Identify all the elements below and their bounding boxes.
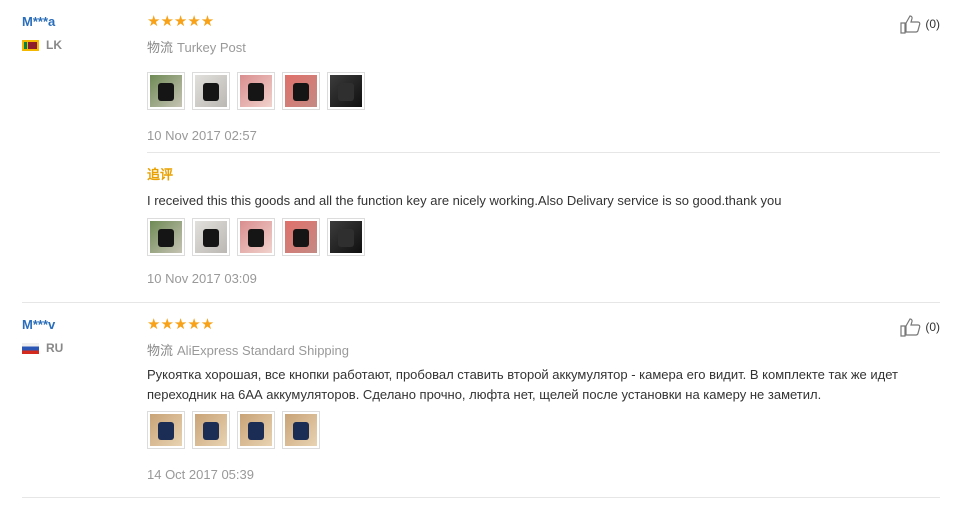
photo-thumbnail[interactable] xyxy=(282,72,320,110)
review-content: ★★★★★ 物流 Turkey Post 10 Nov 2017 02:57 xyxy=(147,14,940,143)
country-code: LK xyxy=(46,38,62,52)
review-item: M***a LK ★★★★★ 物流 Turkey Post 10 Nov 2017… xyxy=(22,14,940,303)
star-rating: ★★★★★ xyxy=(147,13,215,30)
shipping-label: 物流 xyxy=(147,343,174,358)
reviewer-name: M***v xyxy=(22,317,56,332)
review-text: Рукоятка хорошая, все кнопки работают, п… xyxy=(147,367,898,402)
photo-thumbnail[interactable] xyxy=(192,218,230,256)
flag-icon xyxy=(22,342,39,354)
photo-thumbnail[interactable] xyxy=(282,411,320,449)
helpful-button[interactable]: (0) xyxy=(900,317,940,337)
review-item: M***v RU ★★★★★ 物流 AliExpress Standard Shi… xyxy=(22,317,940,498)
photo-thumbnail[interactable] xyxy=(237,218,275,256)
photo-thumbnail[interactable] xyxy=(192,72,230,110)
thumbs-up-icon xyxy=(900,15,921,34)
reviewer-country: LK xyxy=(22,38,132,52)
photo-thumbnail[interactable] xyxy=(237,411,275,449)
country-code: RU xyxy=(46,341,64,355)
followup-content: 追评 I received this this goods and all th… xyxy=(147,164,940,286)
photo-thumbnail[interactable] xyxy=(237,72,275,110)
photo-thumbnail[interactable] xyxy=(147,72,185,110)
shipping-method: 物流 Turkey Post xyxy=(147,37,940,56)
review-date: 14 Oct 2017 05:39 xyxy=(147,467,254,482)
photo-thumbnail[interactable] xyxy=(282,218,320,256)
followup-photos xyxy=(147,218,940,256)
shipping-value: Turkey Post xyxy=(177,40,246,55)
review-photos xyxy=(147,411,940,449)
thumbs-up-icon xyxy=(900,318,921,337)
photo-thumbnail[interactable] xyxy=(147,411,185,449)
helpful-button[interactable]: (0) xyxy=(900,14,940,34)
reviewer-country: RU xyxy=(22,341,132,355)
helpful-count: (0) xyxy=(925,17,940,31)
reviewer-name: M***a xyxy=(22,14,56,29)
review-date: 10 Nov 2017 02:57 xyxy=(147,128,257,143)
followup-text: I received this this goods and all the f… xyxy=(147,193,782,208)
photo-thumbnail[interactable] xyxy=(327,72,365,110)
followup-date: 10 Nov 2017 03:09 xyxy=(147,271,257,286)
shipping-label: 物流 xyxy=(147,40,174,55)
photo-thumbnail[interactable] xyxy=(147,218,185,256)
flag-icon xyxy=(22,39,39,51)
review-content: ★★★★★ 物流 AliExpress Standard Shipping Рук… xyxy=(147,317,940,482)
photo-thumbnail[interactable] xyxy=(327,218,365,256)
shipping-value: AliExpress Standard Shipping xyxy=(177,343,350,358)
helpful-count: (0) xyxy=(925,320,940,334)
followup-label: 追评 xyxy=(147,167,174,182)
photo-thumbnail[interactable] xyxy=(192,411,230,449)
reviewer-info: M***v RU xyxy=(22,317,132,355)
review-photos xyxy=(147,72,940,110)
reviewer-info: M***a LK xyxy=(22,14,132,52)
followup-divider xyxy=(147,152,940,153)
star-rating: ★★★★★ xyxy=(147,316,215,333)
shipping-method: 物流 AliExpress Standard Shipping xyxy=(147,340,940,359)
